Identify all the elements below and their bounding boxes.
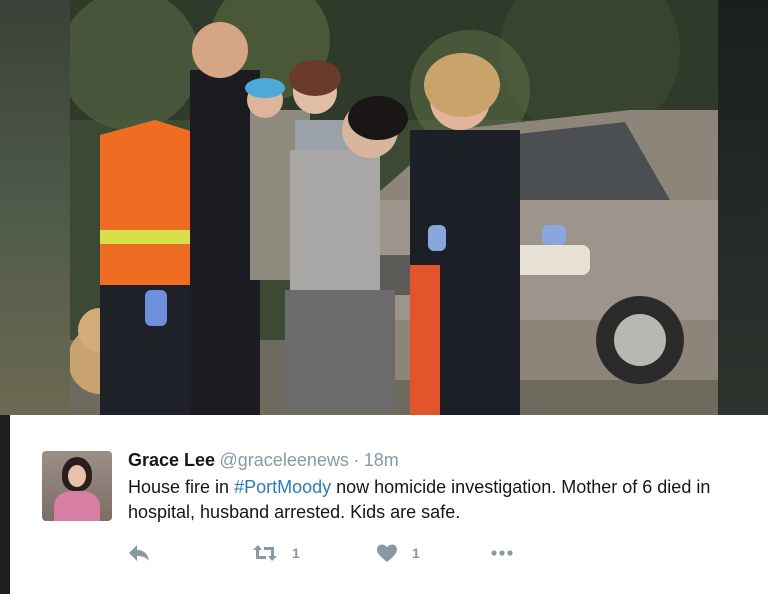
tweet-header: Grace Lee @graceleenews · 18m <box>128 450 399 471</box>
separator-dot: · <box>353 450 360 470</box>
like-button[interactable]: 1 <box>376 543 420 563</box>
author-name[interactable]: Grace Lee <box>128 450 215 470</box>
heart-icon <box>377 544 397 562</box>
avatar[interactable] <box>42 451 112 521</box>
avatar-body <box>54 491 100 521</box>
more-button[interactable] <box>490 543 514 563</box>
retweet-button[interactable]: 1 <box>252 543 300 563</box>
hashtag-link[interactable]: #PortMoody <box>234 477 331 497</box>
right-edge-background <box>718 0 768 415</box>
like-count: 1 <box>412 545 420 561</box>
more-dots-icon <box>491 550 513 556</box>
retweet-icon <box>253 545 277 561</box>
tweet-text-before: House fire in <box>128 477 235 497</box>
author-handle[interactable]: @graceleenews <box>220 450 349 470</box>
tweet-photo[interactable] <box>70 0 718 415</box>
retweet-count: 1 <box>292 545 300 561</box>
avatar-face <box>68 465 86 487</box>
tweet-text: House fire in #PortMoody now homicide in… <box>128 475 748 525</box>
tweet-timestamp[interactable]: 18m <box>364 450 399 470</box>
tweet-card: Grace Lee @graceleenews · 18m House fire… <box>10 415 768 594</box>
left-edge-background <box>0 0 70 415</box>
reply-arrow-icon <box>129 545 149 561</box>
reply-button[interactable] <box>128 543 150 563</box>
arrest-scene-image <box>70 0 718 415</box>
